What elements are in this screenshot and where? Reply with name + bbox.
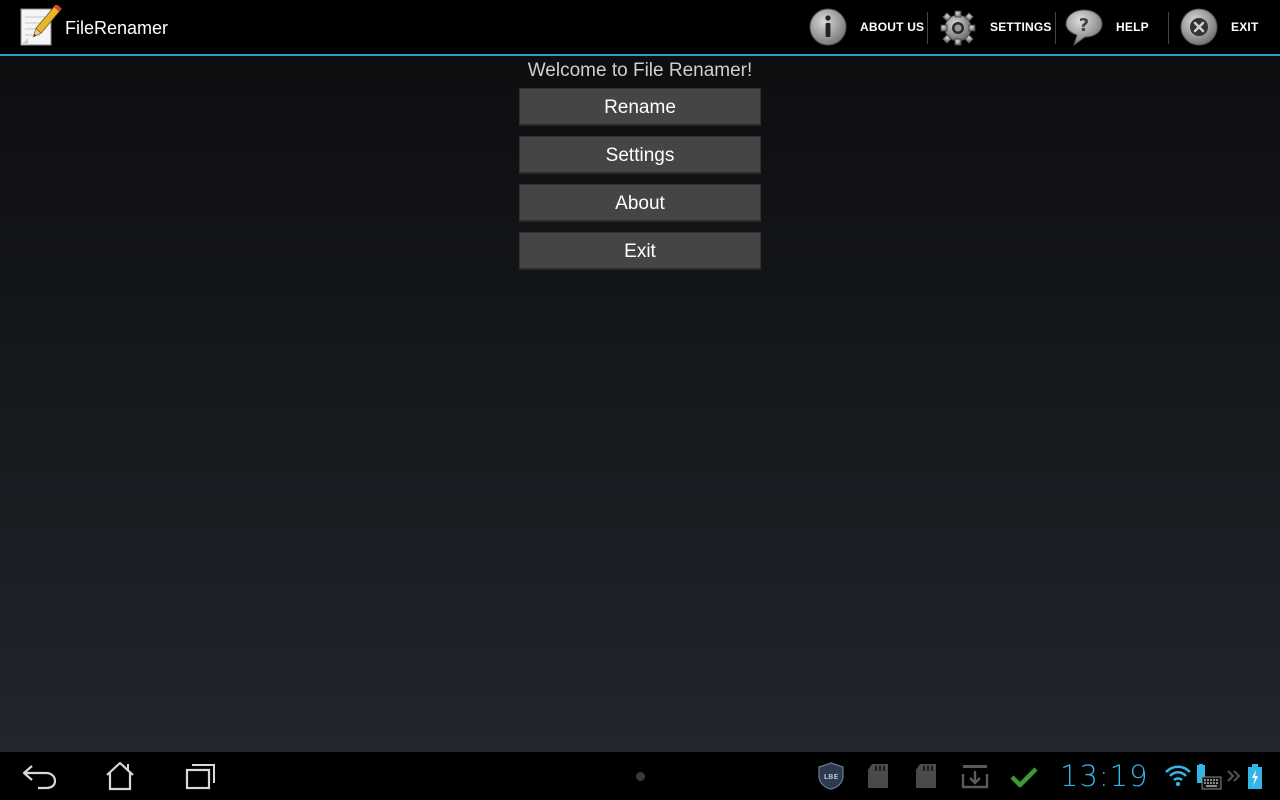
help-bubble-icon: ? <box>1065 9 1103 47</box>
help-label: HELP <box>1116 20 1149 34</box>
recent-apps-icon[interactable] <box>178 760 222 792</box>
action-divider <box>1055 12 1056 44</box>
exit-label: EXIT <box>1231 20 1259 34</box>
svg-text:LBE: LBE <box>824 773 839 781</box>
wifi-icon[interactable] <box>1165 764 1191 788</box>
welcome-text: Welcome to File Renamer! <box>527 60 753 81</box>
back-icon[interactable] <box>18 760 62 792</box>
action-bar: FileRenamer ABOUT US SETTINGS ? HELP EXI… <box>0 0 1280 56</box>
about-us-action[interactable]: ABOUT US <box>808 0 924 54</box>
home-icon[interactable] <box>98 760 142 792</box>
action-divider <box>927 12 928 44</box>
rename-button[interactable]: Rename <box>519 88 761 126</box>
sd-card-icon[interactable] <box>866 762 894 790</box>
main-content: Welcome to File Renamer! Rename Settings… <box>0 56 1280 752</box>
about-button[interactable]: About <box>519 184 761 222</box>
screen: FileRenamer ABOUT US SETTINGS ? HELP EXI… <box>0 0 1280 800</box>
settings-label: SETTINGS <box>990 20 1052 34</box>
lbe-shield-icon[interactable]: LBE <box>817 762 845 790</box>
exit-action[interactable]: EXIT <box>1179 0 1258 54</box>
exit-button[interactable]: Exit <box>519 232 761 270</box>
keyboard-icon[interactable] <box>1194 764 1222 790</box>
settings-action[interactable]: SETTINGS <box>938 0 1052 54</box>
more-icon[interactable] <box>1226 766 1242 786</box>
about-us-label: ABOUT US <box>860 20 925 34</box>
checkmark-icon[interactable] <box>1010 762 1038 790</box>
action-divider <box>1168 12 1169 44</box>
gear-icon <box>940 10 976 46</box>
settings-button[interactable]: Settings <box>519 136 761 174</box>
home-indicator-dot <box>636 772 645 781</box>
close-circle-icon <box>1180 8 1218 46</box>
system-bar: LBE 13:19 <box>0 752 1280 800</box>
battery-icon[interactable] <box>1246 764 1264 790</box>
clock[interactable]: 13:19 <box>1060 757 1149 795</box>
app-notepad-icon[interactable] <box>18 5 62 49</box>
app-title: FileRenamer <box>65 18 169 38</box>
info-icon <box>809 8 847 46</box>
download-icon[interactable] <box>961 762 989 790</box>
sd-card-icon[interactable] <box>914 762 942 790</box>
svg-text:?: ? <box>1079 15 1089 36</box>
help-action[interactable]: ? HELP <box>1064 0 1149 54</box>
